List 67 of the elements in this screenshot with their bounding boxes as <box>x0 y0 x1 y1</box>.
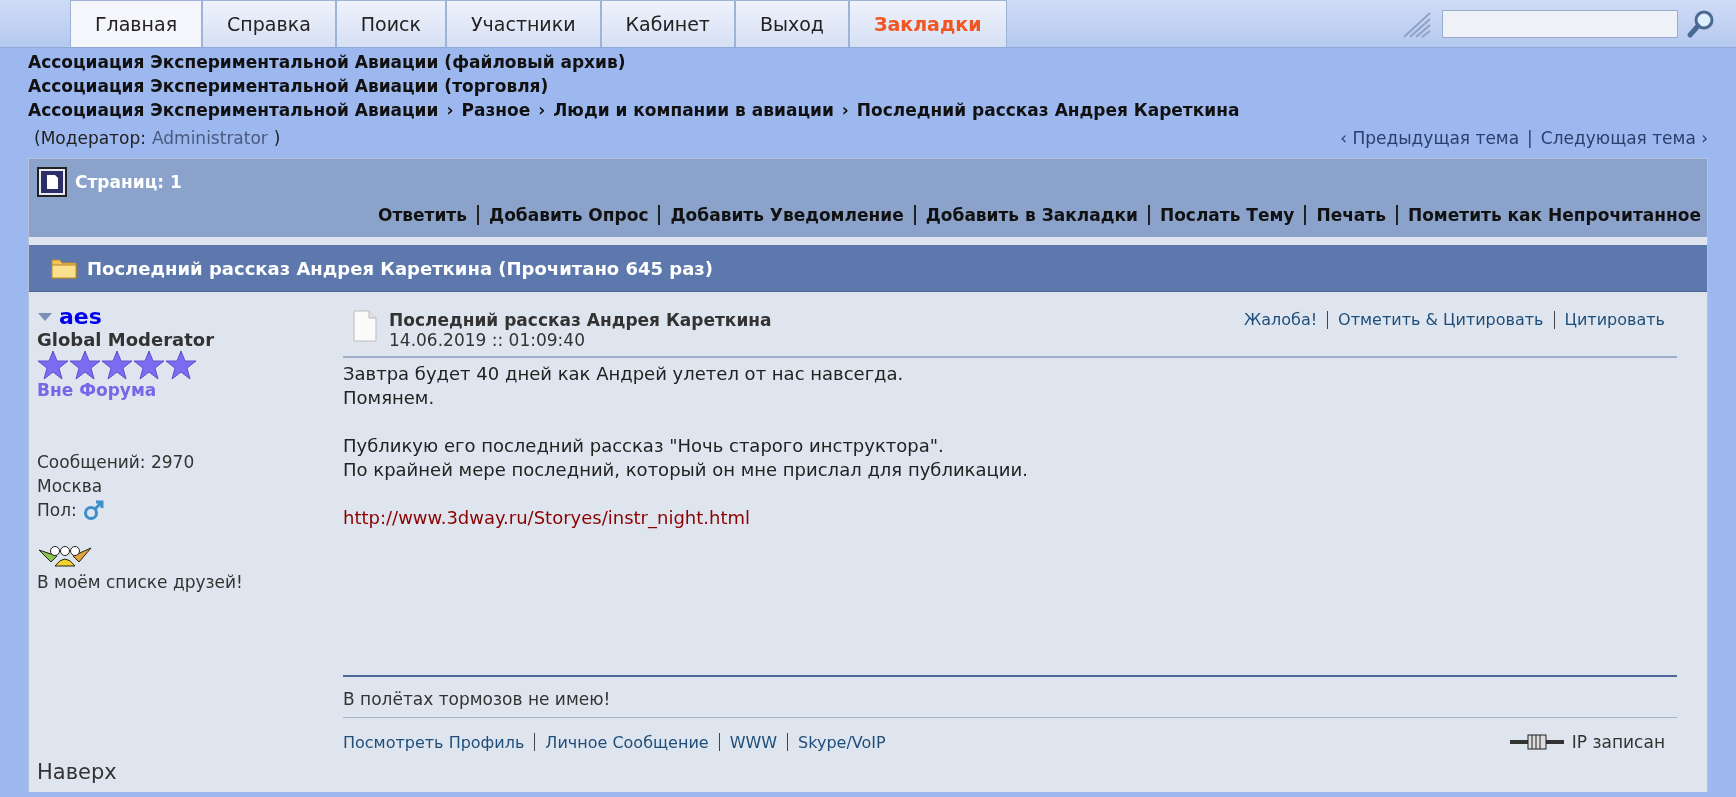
previous-topic-link[interactable]: ‹ Предыдущая тема <box>1340 128 1520 148</box>
nav-tab[interactable]: Поиск <box>335 0 446 47</box>
nav-tab[interactable]: Выход <box>734 0 849 47</box>
breadcrumb-separator: › <box>841 99 849 122</box>
cable-icon <box>1509 734 1564 750</box>
post-date: 14.06.2019 :: 01:09:40 <box>389 330 586 350</box>
author-link[interactable]: aes <box>59 304 102 329</box>
breadcrumb-link[interactable]: Последний рассказ Андрея Кареткина <box>856 98 1240 122</box>
friend-status: В моём списке друзей! <box>37 571 243 594</box>
folder-icon <box>51 257 77 279</box>
post-text: Завтра будет 40 дней как Андрей улетел от нас навсегда. <box>343 362 905 386</box>
breadcrumb-link[interactable]: Ассоциация Экспериментальной Авиации <box>28 98 439 122</box>
divider-text: | <box>1527 128 1533 148</box>
post-action-link[interactable]: Цитировать <box>1564 310 1665 329</box>
star-icon <box>69 350 101 380</box>
search-icon[interactable] <box>1686 8 1716 39</box>
post-action-link[interactable]: Отметить & Цитировать <box>1338 310 1544 329</box>
nav-tab[interactable]: Участники <box>446 0 601 47</box>
star-icon <box>165 350 197 380</box>
topic-action-link[interactable]: Ответить <box>378 205 467 225</box>
profile-link[interactable]: WWW <box>729 732 778 752</box>
breadcrumb-link[interactable]: Люди и компании в авиации <box>553 98 834 122</box>
topic-action-link[interactable]: Добавить в Закладки <box>925 205 1138 225</box>
post-text: Публикую его последний рассказ "Ночь старого инструктора". <box>343 434 945 458</box>
topic-action-link[interactable]: Пометить как Непрочитанное <box>1407 205 1701 225</box>
document-icon <box>37 167 67 197</box>
breadcrumb-separator: › <box>446 99 454 122</box>
post-text: Помянем. <box>343 386 436 410</box>
gender-label: Пол: <box>37 499 77 522</box>
forum-link[interactable]: Ассоциация Экспериментальной Авиации (файловый архив) <box>28 50 1708 74</box>
profile-link[interactable]: Личное Сообщение <box>545 732 709 752</box>
topic-title: Последний рассказ Андрея Кареткина (Прочитано 645 раз) <box>87 257 714 279</box>
star-icon <box>37 350 69 380</box>
moderator-label: (Модератор: <box>34 128 146 148</box>
forum-link[interactable]: Ассоциация Экспериментальной Авиации (торговля) <box>28 74 1708 98</box>
profile-link[interactable]: Посмотреть Профиль <box>343 732 525 752</box>
page-icon <box>353 310 377 342</box>
post-count: Сообщений: 2970 <box>37 451 195 474</box>
search-field[interactable] <box>1442 9 1678 38</box>
nav-tab[interactable]: Главная <box>70 0 203 47</box>
nav-tab[interactable]: Справка <box>202 0 336 47</box>
male-icon <box>82 499 105 521</box>
topic-action-link[interactable]: Добавить Опрос <box>489 205 649 225</box>
topic-action-link[interactable]: Добавить Уведомление <box>670 205 904 225</box>
post-text: По крайней мере последний, который он мне прислал для публикации. <box>343 458 1029 482</box>
city-label: Москва <box>37 475 103 498</box>
star-icon <box>101 350 133 380</box>
breadcrumb-separator: › <box>538 99 546 122</box>
nav-tab[interactable]: Кабинет <box>600 0 735 47</box>
profile-link[interactable]: Skype/VoIP <box>798 732 886 752</box>
online-status: Вне Форума <box>37 380 157 400</box>
next-topic-link[interactable]: Следующая тема › <box>1540 128 1708 148</box>
back-to-top-link[interactable]: Наверх <box>37 760 117 784</box>
topic-action-link[interactable]: Послать Тему <box>1159 205 1295 225</box>
signature-text: В полётах тормозов не имею! <box>343 675 1677 718</box>
star-icon <box>133 350 165 380</box>
rank-label: Global Moderator <box>37 329 215 350</box>
pages-label: Страниц: 1 <box>75 172 182 192</box>
topic-action-link[interactable]: Печать <box>1316 205 1386 225</box>
moderator-label-end: ) <box>273 128 281 148</box>
ip-label: IP записан <box>1571 732 1665 752</box>
post-action-link[interactable]: Жалоба! <box>1243 310 1318 329</box>
caret-icon[interactable] <box>37 311 53 322</box>
post-link[interactable]: http://www.3dway.ru/Storyes/instr_night.html <box>343 507 751 528</box>
post-subject: Последний рассказ Андрея Кареткина <box>389 310 773 330</box>
people-icon <box>37 544 93 568</box>
breadcrumb-link[interactable]: Разное <box>461 98 531 122</box>
